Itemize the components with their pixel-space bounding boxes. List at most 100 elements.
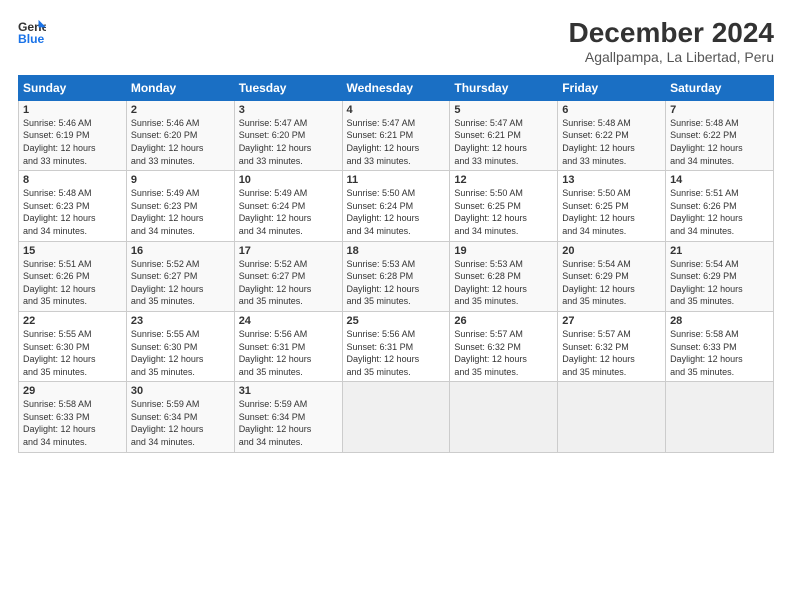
day-number: 11 (347, 174, 446, 186)
calendar-cell: 7Sunrise: 5:48 AM Sunset: 6:22 PM Daylig… (666, 100, 774, 170)
day-info: Sunrise: 5:50 AM Sunset: 6:25 PM Dayligh… (562, 187, 661, 237)
day-number: 26 (454, 315, 553, 327)
calendar-cell: 18Sunrise: 5:53 AM Sunset: 6:28 PM Dayli… (342, 241, 450, 311)
day-info: Sunrise: 5:47 AM Sunset: 6:20 PM Dayligh… (239, 117, 338, 167)
calendar-cell: 26Sunrise: 5:57 AM Sunset: 6:32 PM Dayli… (450, 311, 558, 381)
col-sunday: Sunday (19, 75, 127, 100)
day-info: Sunrise: 5:46 AM Sunset: 6:19 PM Dayligh… (23, 117, 122, 167)
calendar-table: Sunday Monday Tuesday Wednesday Thursday… (18, 75, 774, 453)
day-info: Sunrise: 5:50 AM Sunset: 6:25 PM Dayligh… (454, 187, 553, 237)
calendar-cell (450, 382, 558, 452)
calendar-cell: 8Sunrise: 5:48 AM Sunset: 6:23 PM Daylig… (19, 171, 127, 241)
calendar-cell: 9Sunrise: 5:49 AM Sunset: 6:23 PM Daylig… (126, 171, 234, 241)
day-number: 27 (562, 315, 661, 327)
calendar-cell: 29Sunrise: 5:58 AM Sunset: 6:33 PM Dayli… (19, 382, 127, 452)
svg-text:Blue: Blue (18, 32, 45, 46)
day-info: Sunrise: 5:56 AM Sunset: 6:31 PM Dayligh… (347, 328, 446, 378)
day-number: 28 (670, 315, 769, 327)
calendar-cell: 15Sunrise: 5:51 AM Sunset: 6:26 PM Dayli… (19, 241, 127, 311)
day-info: Sunrise: 5:53 AM Sunset: 6:28 PM Dayligh… (347, 258, 446, 308)
day-number: 3 (239, 104, 338, 116)
title-block: December 2024 Agallpampa, La Libertad, P… (569, 18, 774, 65)
day-number: 20 (562, 245, 661, 257)
calendar-cell: 5Sunrise: 5:47 AM Sunset: 6:21 PM Daylig… (450, 100, 558, 170)
day-number: 5 (454, 104, 553, 116)
logo: General Blue (18, 18, 46, 46)
day-number: 24 (239, 315, 338, 327)
day-info: Sunrise: 5:59 AM Sunset: 6:34 PM Dayligh… (239, 398, 338, 448)
day-info: Sunrise: 5:58 AM Sunset: 6:33 PM Dayligh… (23, 398, 122, 448)
day-number: 21 (670, 245, 769, 257)
day-number: 1 (23, 104, 122, 116)
calendar-cell: 22Sunrise: 5:55 AM Sunset: 6:30 PM Dayli… (19, 311, 127, 381)
day-number: 17 (239, 245, 338, 257)
day-number: 14 (670, 174, 769, 186)
calendar-cell (666, 382, 774, 452)
calendar-cell: 21Sunrise: 5:54 AM Sunset: 6:29 PM Dayli… (666, 241, 774, 311)
subtitle: Agallpampa, La Libertad, Peru (569, 49, 774, 65)
day-info: Sunrise: 5:52 AM Sunset: 6:27 PM Dayligh… (131, 258, 230, 308)
day-info: Sunrise: 5:48 AM Sunset: 6:22 PM Dayligh… (670, 117, 769, 167)
day-info: Sunrise: 5:52 AM Sunset: 6:27 PM Dayligh… (239, 258, 338, 308)
calendar-row: 15Sunrise: 5:51 AM Sunset: 6:26 PM Dayli… (19, 241, 774, 311)
col-tuesday: Tuesday (234, 75, 342, 100)
day-info: Sunrise: 5:51 AM Sunset: 6:26 PM Dayligh… (23, 258, 122, 308)
day-number: 12 (454, 174, 553, 186)
day-number: 10 (239, 174, 338, 186)
day-info: Sunrise: 5:46 AM Sunset: 6:20 PM Dayligh… (131, 117, 230, 167)
calendar-cell: 4Sunrise: 5:47 AM Sunset: 6:21 PM Daylig… (342, 100, 450, 170)
day-info: Sunrise: 5:59 AM Sunset: 6:34 PM Dayligh… (131, 398, 230, 448)
calendar-cell: 31Sunrise: 5:59 AM Sunset: 6:34 PM Dayli… (234, 382, 342, 452)
day-info: Sunrise: 5:50 AM Sunset: 6:24 PM Dayligh… (347, 187, 446, 237)
day-number: 31 (239, 385, 338, 397)
day-info: Sunrise: 5:47 AM Sunset: 6:21 PM Dayligh… (454, 117, 553, 167)
calendar-cell: 23Sunrise: 5:55 AM Sunset: 6:30 PM Dayli… (126, 311, 234, 381)
calendar-cell: 30Sunrise: 5:59 AM Sunset: 6:34 PM Dayli… (126, 382, 234, 452)
calendar-cell: 16Sunrise: 5:52 AM Sunset: 6:27 PM Dayli… (126, 241, 234, 311)
day-info: Sunrise: 5:54 AM Sunset: 6:29 PM Dayligh… (670, 258, 769, 308)
day-number: 15 (23, 245, 122, 257)
day-number: 18 (347, 245, 446, 257)
calendar-cell: 25Sunrise: 5:56 AM Sunset: 6:31 PM Dayli… (342, 311, 450, 381)
day-number: 7 (670, 104, 769, 116)
calendar-cell: 17Sunrise: 5:52 AM Sunset: 6:27 PM Dayli… (234, 241, 342, 311)
day-info: Sunrise: 5:49 AM Sunset: 6:23 PM Dayligh… (131, 187, 230, 237)
day-number: 29 (23, 385, 122, 397)
col-monday: Monday (126, 75, 234, 100)
day-info: Sunrise: 5:57 AM Sunset: 6:32 PM Dayligh… (454, 328, 553, 378)
col-wednesday: Wednesday (342, 75, 450, 100)
day-info: Sunrise: 5:47 AM Sunset: 6:21 PM Dayligh… (347, 117, 446, 167)
page: General Blue December 2024 Agallpampa, L… (0, 0, 792, 612)
day-number: 25 (347, 315, 446, 327)
day-number: 23 (131, 315, 230, 327)
day-number: 19 (454, 245, 553, 257)
day-number: 9 (131, 174, 230, 186)
calendar-row: 22Sunrise: 5:55 AM Sunset: 6:30 PM Dayli… (19, 311, 774, 381)
header: General Blue December 2024 Agallpampa, L… (18, 18, 774, 65)
day-info: Sunrise: 5:51 AM Sunset: 6:26 PM Dayligh… (670, 187, 769, 237)
day-number: 8 (23, 174, 122, 186)
day-info: Sunrise: 5:48 AM Sunset: 6:22 PM Dayligh… (562, 117, 661, 167)
calendar-cell: 1Sunrise: 5:46 AM Sunset: 6:19 PM Daylig… (19, 100, 127, 170)
calendar-cell (558, 382, 666, 452)
day-info: Sunrise: 5:49 AM Sunset: 6:24 PM Dayligh… (239, 187, 338, 237)
calendar-row: 1Sunrise: 5:46 AM Sunset: 6:19 PM Daylig… (19, 100, 774, 170)
calendar-cell: 14Sunrise: 5:51 AM Sunset: 6:26 PM Dayli… (666, 171, 774, 241)
day-info: Sunrise: 5:53 AM Sunset: 6:28 PM Dayligh… (454, 258, 553, 308)
calendar-cell: 11Sunrise: 5:50 AM Sunset: 6:24 PM Dayli… (342, 171, 450, 241)
calendar-row: 8Sunrise: 5:48 AM Sunset: 6:23 PM Daylig… (19, 171, 774, 241)
calendar-cell (342, 382, 450, 452)
day-number: 4 (347, 104, 446, 116)
day-info: Sunrise: 5:58 AM Sunset: 6:33 PM Dayligh… (670, 328, 769, 378)
day-number: 2 (131, 104, 230, 116)
day-number: 16 (131, 245, 230, 257)
day-info: Sunrise: 5:48 AM Sunset: 6:23 PM Dayligh… (23, 187, 122, 237)
calendar-cell: 20Sunrise: 5:54 AM Sunset: 6:29 PM Dayli… (558, 241, 666, 311)
day-info: Sunrise: 5:54 AM Sunset: 6:29 PM Dayligh… (562, 258, 661, 308)
calendar-cell: 28Sunrise: 5:58 AM Sunset: 6:33 PM Dayli… (666, 311, 774, 381)
calendar-cell: 27Sunrise: 5:57 AM Sunset: 6:32 PM Dayli… (558, 311, 666, 381)
day-info: Sunrise: 5:55 AM Sunset: 6:30 PM Dayligh… (131, 328, 230, 378)
calendar-cell: 13Sunrise: 5:50 AM Sunset: 6:25 PM Dayli… (558, 171, 666, 241)
calendar-cell: 6Sunrise: 5:48 AM Sunset: 6:22 PM Daylig… (558, 100, 666, 170)
day-number: 6 (562, 104, 661, 116)
